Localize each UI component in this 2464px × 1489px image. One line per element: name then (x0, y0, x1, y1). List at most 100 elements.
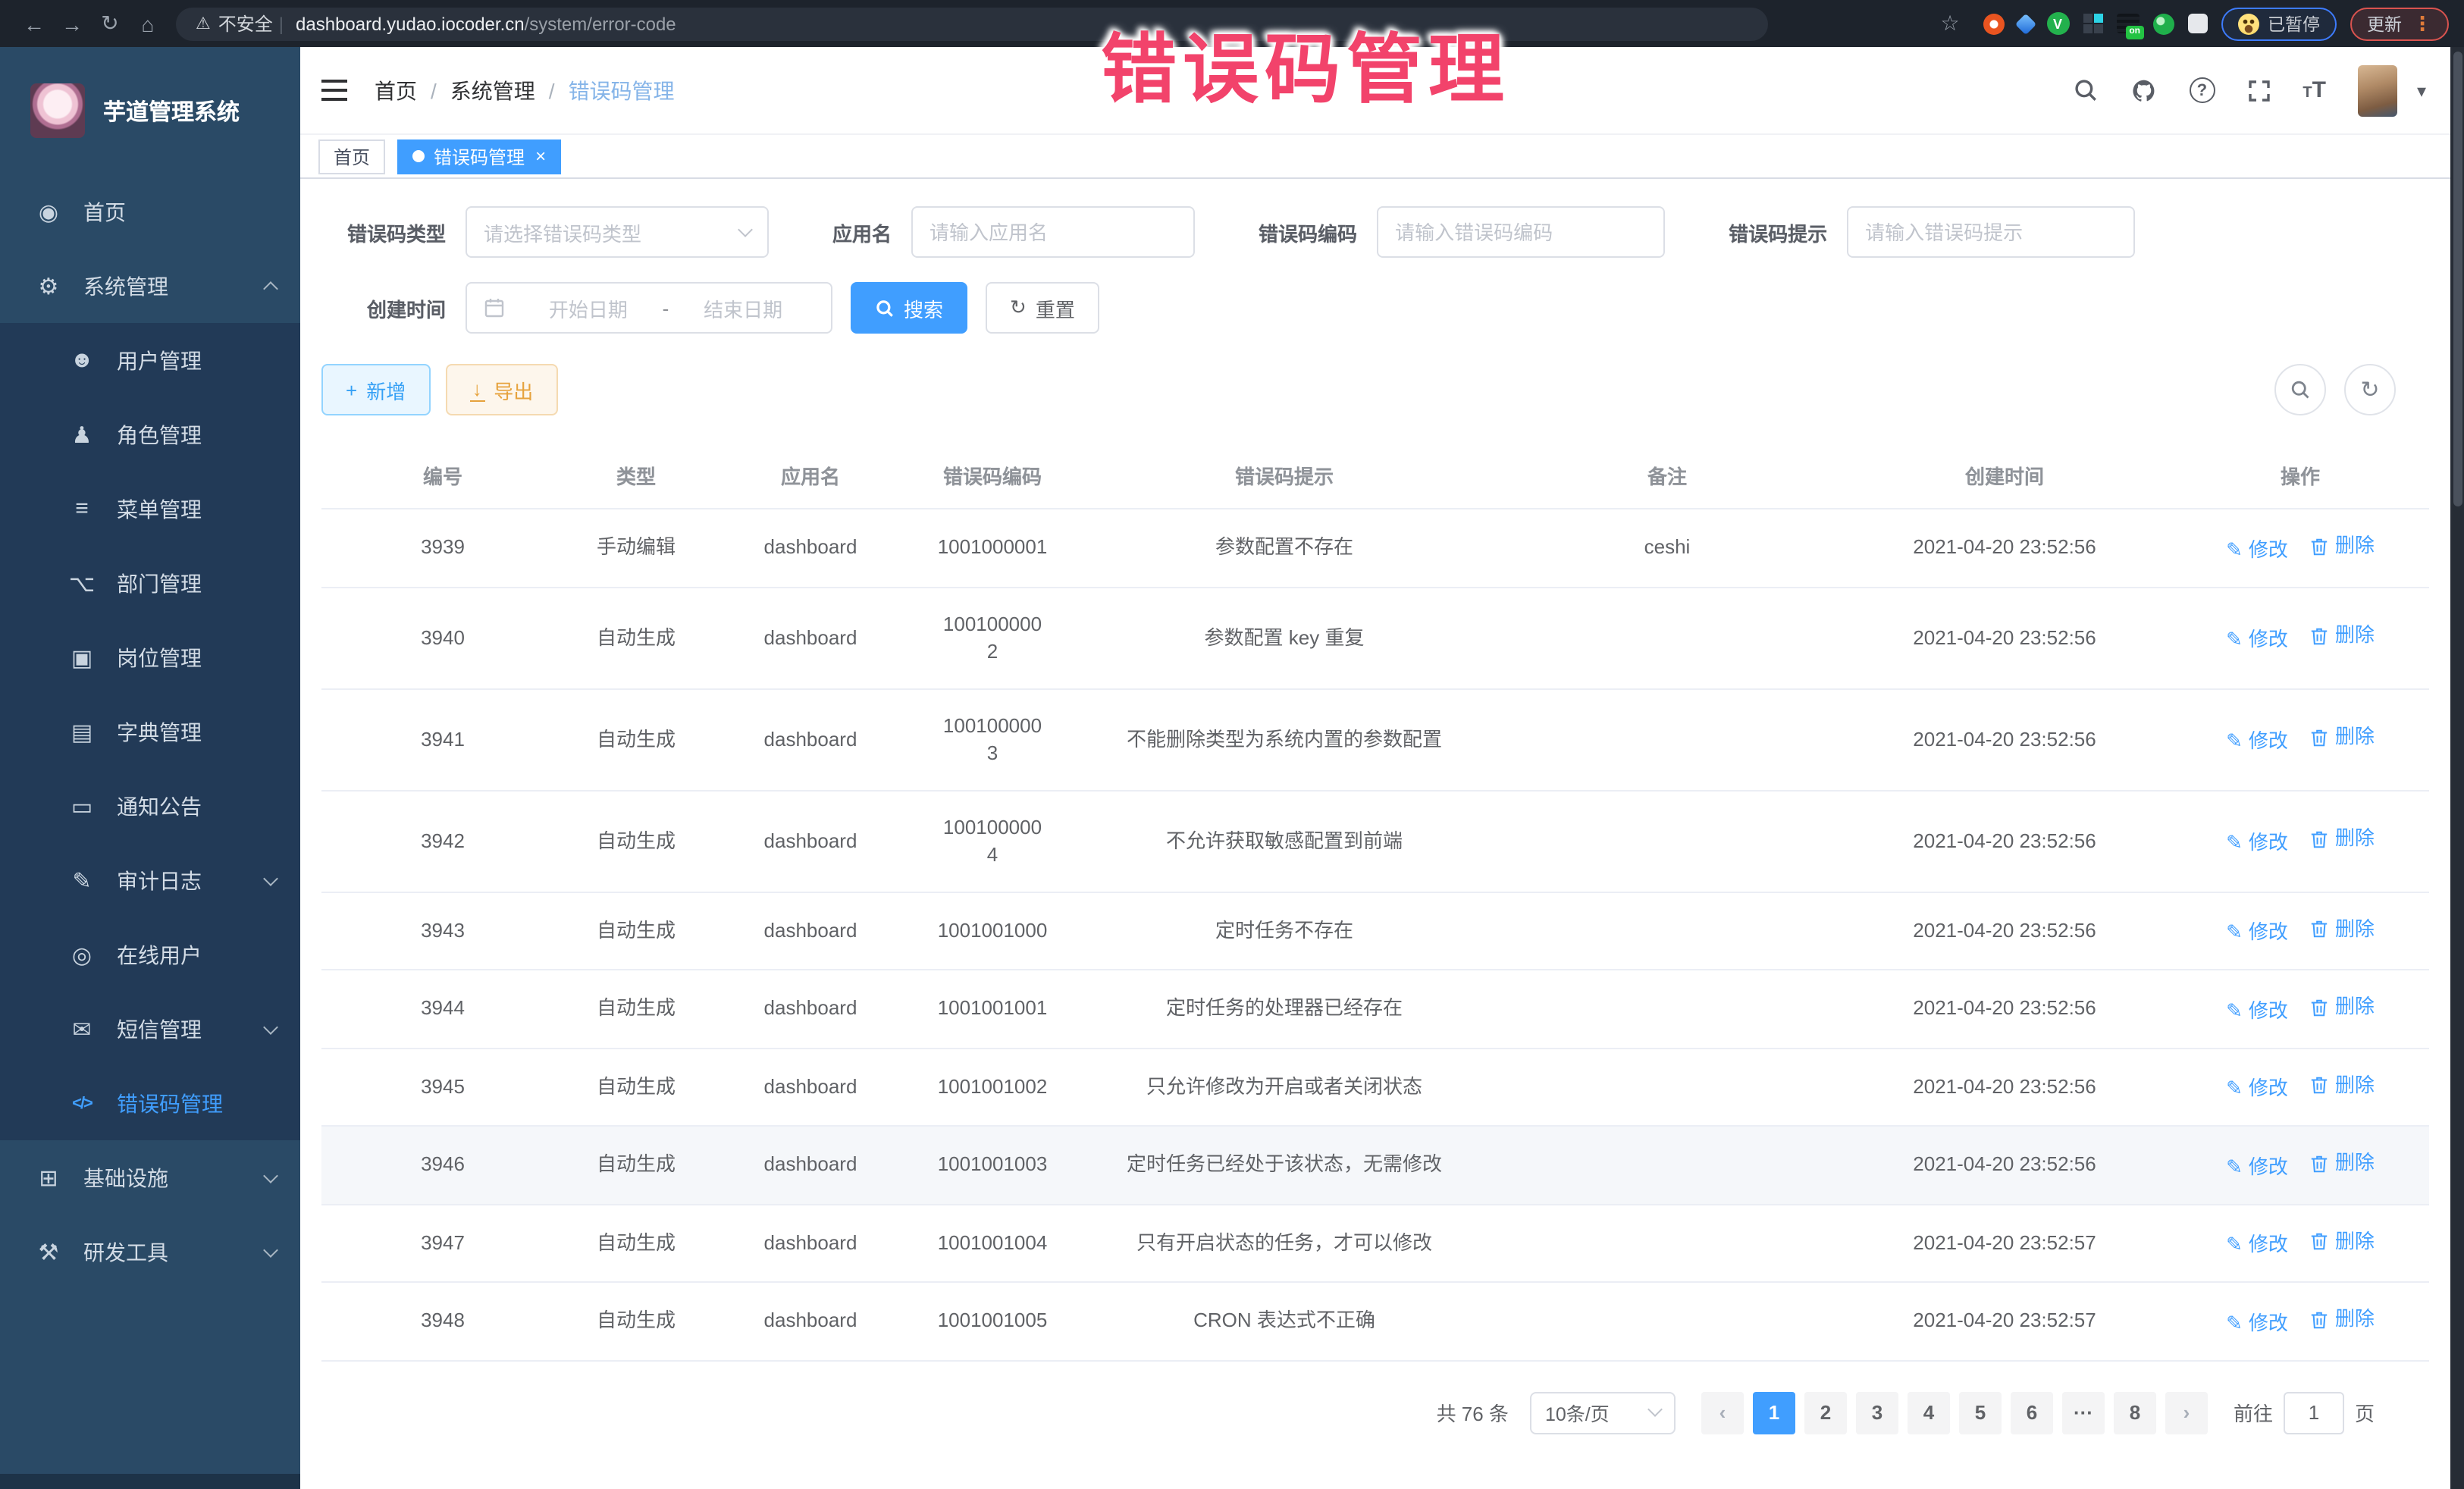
cell-id: 3941 (321, 688, 564, 790)
sidebar-item-infra[interactable]: ⊞基础设施 (0, 1140, 300, 1215)
delete-link[interactable]: 删除 (2309, 1306, 2375, 1333)
delete-link[interactable]: 删除 (2309, 1227, 2375, 1255)
extension-icon-1[interactable] (1983, 13, 2004, 34)
sidebar-item-devtool[interactable]: ⚒研发工具 (0, 1215, 300, 1289)
extension-icon-4[interactable] (2083, 14, 2102, 33)
delete-link[interactable]: 删除 (2309, 1149, 2375, 1177)
edit-link[interactable]: ✎修改 (2226, 829, 2288, 857)
tag-home[interactable]: 首页 (318, 139, 385, 174)
address-bar[interactable]: ⚠ 不安全 | dashboard.yudao.iocoder.cn/syste… (176, 7, 1768, 40)
pager-ellipsis[interactable]: ··· (2062, 1391, 2105, 1434)
hamburger-icon[interactable] (321, 79, 347, 102)
breadcrumb-home[interactable]: 首页 (375, 75, 417, 105)
page-size-select[interactable]: 10条/页 (1530, 1391, 1676, 1434)
table-tools: ↻ (2274, 364, 2429, 415)
browser-update-button[interactable]: 更新 ⋮ (2350, 7, 2449, 40)
page-button-2[interactable]: 2 (1804, 1391, 1847, 1434)
kebab-menu-icon[interactable]: ⋮ (2412, 11, 2432, 36)
browser-home-icon[interactable]: ⌂ (129, 11, 167, 36)
extension-icon-2[interactable] (2014, 13, 2036, 34)
github-icon[interactable] (2130, 77, 2157, 104)
error-hint-input[interactable] (1847, 206, 2135, 258)
next-page-button[interactable]: › (2165, 1391, 2208, 1434)
delete-link[interactable]: 删除 (2309, 915, 2375, 942)
page-button-6[interactable]: 6 (2011, 1391, 2053, 1434)
extensions-puzzle-icon[interactable] (2187, 14, 2207, 33)
help-icon[interactable]: ? (2189, 77, 2215, 103)
extension-icon-5[interactable]: on (2116, 14, 2139, 33)
sidebar-item-dept[interactable]: ⌥部门管理 (0, 546, 300, 620)
tag-error-code[interactable]: 错误码管理 × (397, 139, 561, 174)
edit-link[interactable]: ✎修改 (2226, 1075, 2288, 1102)
forward-icon[interactable]: → (53, 11, 91, 36)
search-icon[interactable] (2072, 77, 2098, 103)
edit-link[interactable]: ✎修改 (2226, 1153, 2288, 1180)
sidebar-item-user[interactable]: ☻用户管理 (0, 323, 300, 397)
avatar[interactable] (2358, 64, 2397, 116)
refresh-table-button[interactable]: ↻ (2344, 364, 2396, 415)
font-size-icon[interactable]: TT (2303, 79, 2326, 102)
page-button-3[interactable]: 3 (1856, 1391, 1898, 1434)
edit-link[interactable]: ✎修改 (2226, 1231, 2288, 1259)
page-scrollbar[interactable] (2450, 47, 2464, 1489)
sidebar-item-dict[interactable]: ▤字典管理 (0, 694, 300, 769)
sidebar-item-home[interactable]: ◉首页 (0, 174, 300, 249)
sidebar-item-online-user[interactable]: ◎在线用户 (0, 917, 300, 992)
prev-page-button[interactable]: ‹ (1701, 1391, 1744, 1434)
error-code-input[interactable] (1377, 206, 1665, 258)
scrollbar-thumb[interactable] (2453, 52, 2462, 506)
sidebar-item-sms[interactable]: ✉短信管理 (0, 992, 300, 1066)
goto-page-input[interactable] (2284, 1391, 2344, 1434)
menu-list-icon: ≡ (65, 496, 99, 522)
page-button-8[interactable]: 8 (2114, 1391, 2156, 1434)
add-button[interactable]: + 新增 (321, 364, 430, 415)
reset-button[interactable]: ↻ 重置 (986, 282, 1099, 334)
delete-link[interactable]: 删除 (2309, 826, 2375, 853)
back-icon[interactable]: ← (15, 11, 53, 36)
sidebar-item-post[interactable]: ▣岗位管理 (0, 620, 300, 694)
extension-icon-6[interactable] (2152, 13, 2174, 34)
bookmark-star-icon[interactable]: ☆ (1931, 11, 1969, 36)
end-date-placeholder[interactable]: 结束日期 (672, 293, 814, 322)
reload-icon[interactable]: ↻ (91, 11, 129, 36)
edit-link[interactable]: ✎修改 (2226, 536, 2288, 563)
delete-link[interactable]: 删除 (2309, 724, 2375, 751)
breadcrumb-system[interactable]: 系统管理 (450, 75, 535, 105)
sidebar-item-audit-log[interactable]: ✎审计日志 (0, 843, 300, 917)
edit-link[interactable]: ✎修改 (2226, 626, 2288, 654)
sidebar-item-notice[interactable]: ▭通知公告 (0, 769, 300, 843)
delete-link[interactable]: 删除 (2309, 993, 2375, 1020)
sidebar-item-system[interactable]: ⚙系统管理 (0, 249, 300, 323)
caret-down-icon[interactable]: ▾ (2417, 80, 2426, 101)
date-range-picker[interactable]: 开始日期 - 结束日期 (466, 282, 832, 334)
cell-id: 3944 (321, 970, 564, 1048)
table-row: 3944自动生成dashboard1001001001定时任务的处理器已经存在2… (321, 970, 2429, 1048)
search-button[interactable]: 搜索 (851, 282, 967, 334)
error-type-select[interactable]: 请选择错误码类型 (466, 206, 769, 258)
delete-link[interactable]: 删除 (2309, 622, 2375, 650)
delete-link[interactable]: 删除 (2309, 1071, 2375, 1099)
trash-icon (2309, 1153, 2329, 1173)
edit-link[interactable]: ✎修改 (2226, 997, 2288, 1024)
sidebar-item-menu[interactable]: ≡菜单管理 (0, 472, 300, 546)
page-button-1[interactable]: 1 (1753, 1391, 1795, 1434)
delete-link[interactable]: 删除 (2309, 532, 2375, 560)
edit-link[interactable]: ✎修改 (2226, 728, 2288, 755)
paused-extension-pill[interactable]: 已暂停 (2221, 7, 2337, 40)
edit-link[interactable]: ✎修改 (2226, 919, 2288, 946)
edit-link[interactable]: ✎修改 (2226, 1309, 2288, 1337)
edit-pencil-icon: ✎ (2226, 829, 2243, 857)
export-button[interactable]: ↓ 导出 (445, 364, 557, 415)
sidebar-item-error-code[interactable]: </>错误码管理 (0, 1066, 300, 1140)
show-search-toggle-button[interactable] (2274, 364, 2326, 415)
app-name-input[interactable] (911, 206, 1195, 258)
sidebar-item-role[interactable]: ♟角色管理 (0, 397, 300, 472)
extension-icon-3[interactable]: V (2046, 12, 2069, 35)
trash-icon (2309, 1231, 2329, 1251)
page-button-5[interactable]: 5 (1959, 1391, 2002, 1434)
fullscreen-icon[interactable] (2246, 78, 2271, 102)
page-button-4[interactable]: 4 (1908, 1391, 1950, 1434)
tag-close-icon[interactable]: × (535, 147, 546, 165)
start-date-placeholder[interactable]: 开始日期 (517, 293, 660, 322)
cell-type: 自动生成 (564, 970, 708, 1048)
